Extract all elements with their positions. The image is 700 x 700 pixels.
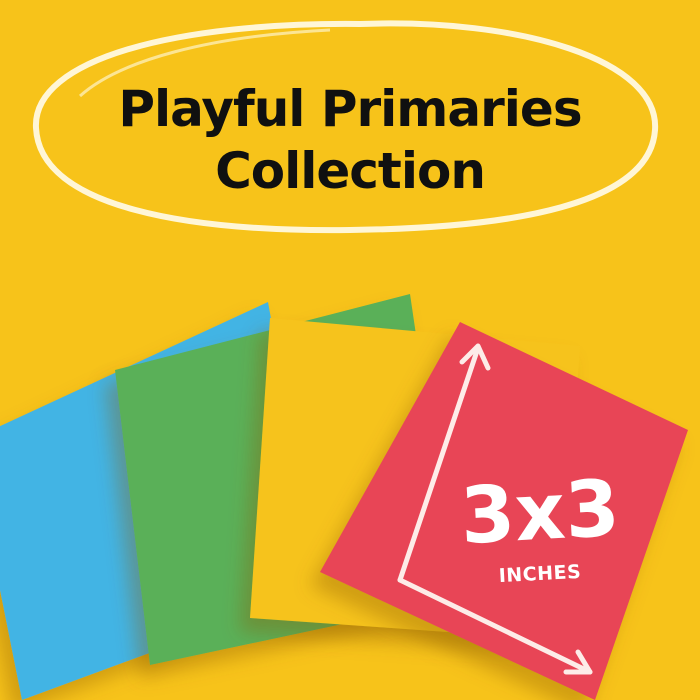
title-line-1: Playful Primaries (118, 80, 582, 138)
title-line-2: Collection (215, 142, 486, 200)
size-label: 3x3 (458, 463, 622, 563)
collection-title: Playful Primaries Collection (0, 78, 700, 202)
product-image: Playful Primaries Collection 3x3 INCHES (0, 0, 700, 700)
